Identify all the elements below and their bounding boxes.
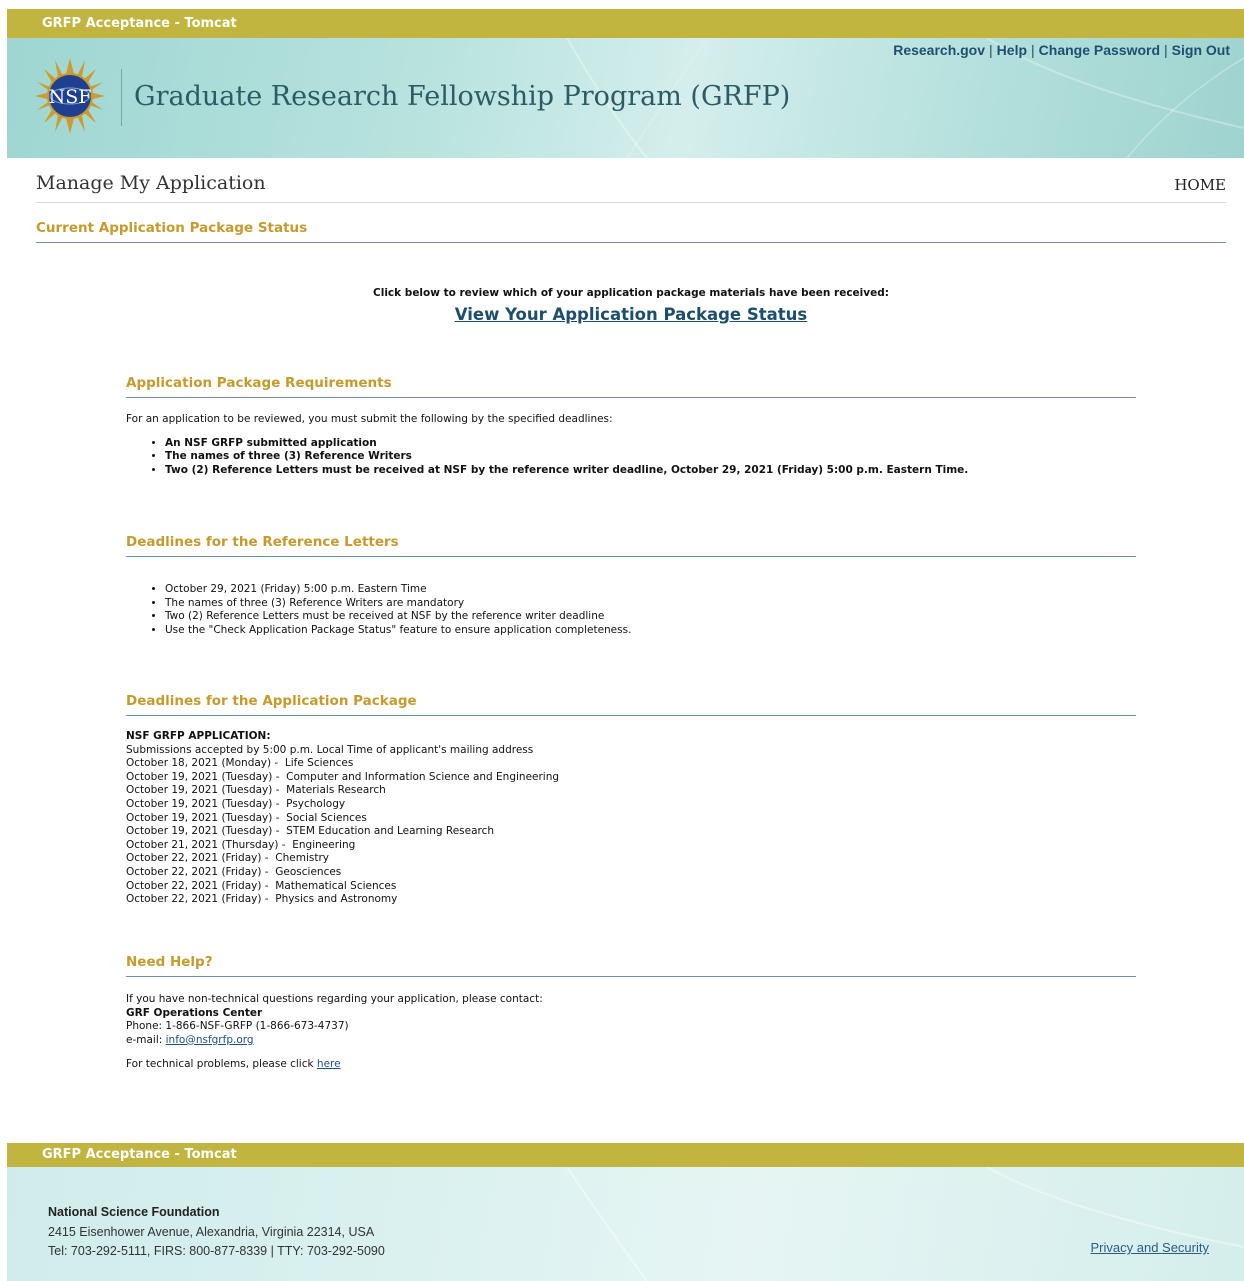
deadline-line: October 19, 2021 (Tuesday) - STEM Educat… [126,825,495,838]
deadline-line: October 19, 2021 (Tuesday) - Computer an… [126,770,560,783]
help-email-row: e-mail: info@nsfgrfp.org [126,1034,1136,1048]
current-status-heading: Current Application Package Status [36,220,1226,243]
list-item: Use the "Check Application Package Statu… [165,624,1136,638]
nsf-seal-icon: NSF [35,58,105,134]
app-frame: GRFP Acceptance - Tomcat NSF Graduate Re… [7,9,1244,158]
help-body: If you have non-technical questions rega… [126,993,1136,1072]
email-link[interactable]: info@nsfgrfp.org [166,1034,254,1046]
change-password-link[interactable]: Change Password [1039,42,1160,58]
nsf-logo[interactable]: NSF [33,54,107,138]
help-intro: If you have non-technical questions rega… [126,993,543,1005]
footer-environment-label: GRFP Acceptance - Tomcat [42,1147,237,1162]
help-section: Need Help? If you have non-technical que… [126,954,1136,1072]
research-gov-link[interactable]: Research.gov [893,42,985,58]
page-title: Manage My Application [36,172,266,194]
footer-address: National Science Foundation 2415 Eisenho… [48,1203,385,1262]
footer-org: National Science Foundation [48,1205,220,1219]
footer-street: 2415 Eisenhower Avenue, Alexandria, Virg… [48,1224,375,1239]
footer-phones: Tel: 703-292-5111, FIRS: 800-877-8339 | … [48,1244,385,1258]
list-item: The names of three (3) Reference Writers… [165,597,1136,611]
list-item: Two (2) Reference Letters must be receiv… [165,464,1136,478]
submission-note: Submissions accepted by 5:00 p.m. Local … [126,743,534,756]
sign-out-link[interactable]: Sign Out [1172,42,1230,58]
deadline-line: October 19, 2021 (Tuesday) - Social Scie… [126,811,367,824]
help-heading: Need Help? [126,954,1136,977]
list-item: The names of three (3) Reference Writers [165,450,1136,464]
list-item: An NSF GRFP submitted application [165,437,1136,451]
deadline-line: October 22, 2021 (Friday) - Chemistry [126,852,329,865]
help-phone: Phone: 1-866-NSF-GRFP (1-866-673-4737) [126,1020,349,1033]
site-banner: NSF Graduate Research Fellowship Program… [7,38,1244,158]
logo-divider [121,69,122,126]
deadline-line: October 22, 2021 (Friday) - Mathematical… [126,879,397,892]
application-label: NSF GRFP APPLICATION: [126,730,271,742]
page-header: Manage My Application HOME [36,158,1226,203]
requirements-list: An NSF GRFP submitted application The na… [126,437,1136,478]
top-links: Research.gov | Help | Change Password | Sign O… [893,42,1230,58]
deadline-line: October 22, 2021 (Friday) - Physics and … [126,893,398,906]
package-deadlines-body: NSF GRFP APPLICATION: Submissions accept… [126,730,1136,907]
list-item: Two (2) Reference Letters must be receiv… [165,610,1136,624]
view-status-link[interactable]: View Your Application Package Status [36,305,1226,324]
program-title: Graduate Research Fellowship Program (GR… [134,81,791,112]
operations-center: GRF Operations Center [126,1006,263,1019]
footer-body: National Science Foundation 2415 Eisenho… [7,1167,1244,1281]
requirements-heading: Application Package Requirements [126,375,1136,398]
requirements-intro: For an application to be reviewed, you m… [126,413,613,425]
deadline-line: October 19, 2021 (Tuesday) - Materials R… [126,784,386,797]
environment-label: GRFP Acceptance - Tomcat [42,16,237,31]
deadline-line: October 18, 2021 (Monday) - Life Science… [126,757,354,770]
footer-environment-bar: GRFP Acceptance - Tomcat [7,1143,1244,1167]
environment-bar: GRFP Acceptance - Tomcat [7,9,1244,38]
help-link[interactable]: Help [997,42,1027,58]
site-footer: GRFP Acceptance - Tomcat National Scienc… [7,1143,1244,1281]
reference-deadlines-section: Deadlines for the Reference Letters Octo… [126,534,1136,637]
reference-deadlines-list: October 29, 2021 (Friday) 5:00 p.m. East… [126,583,1136,637]
link-separator: | [1164,42,1168,58]
deadline-line: October 21, 2021 (Thursday) - Engineerin… [126,838,356,851]
tech-prefix: For technical problems, please click [126,1058,317,1071]
logo-text: NSF [49,86,92,108]
reference-deadlines-heading: Deadlines for the Reference Letters [126,534,1136,557]
link-separator: | [1031,42,1035,58]
deadline-line: October 22, 2021 (Friday) - Geosciences [126,865,342,878]
deadline-line: October 19, 2021 (Tuesday) - Psychology [126,797,346,810]
link-separator: | [989,42,993,58]
main-content: Manage My Application HOME Current Appli… [36,158,1226,324]
requirements-section: Application Package Requirements For an … [126,375,1136,477]
home-link[interactable]: HOME [1174,176,1226,194]
package-deadlines-section: Deadlines for the Application Package NS… [126,693,1136,907]
tech-help-link[interactable]: here [317,1058,341,1070]
tech-help-row: For technical problems, please click her… [126,1058,1136,1072]
privacy-link[interactable]: Privacy and Security [1091,1240,1210,1255]
list-item: October 29, 2021 (Friday) 5:00 p.m. East… [165,583,1136,597]
review-note: Click below to review which of your appl… [373,287,889,299]
package-deadlines-heading: Deadlines for the Application Package [126,693,1136,716]
email-prefix: e-mail: [126,1033,166,1046]
